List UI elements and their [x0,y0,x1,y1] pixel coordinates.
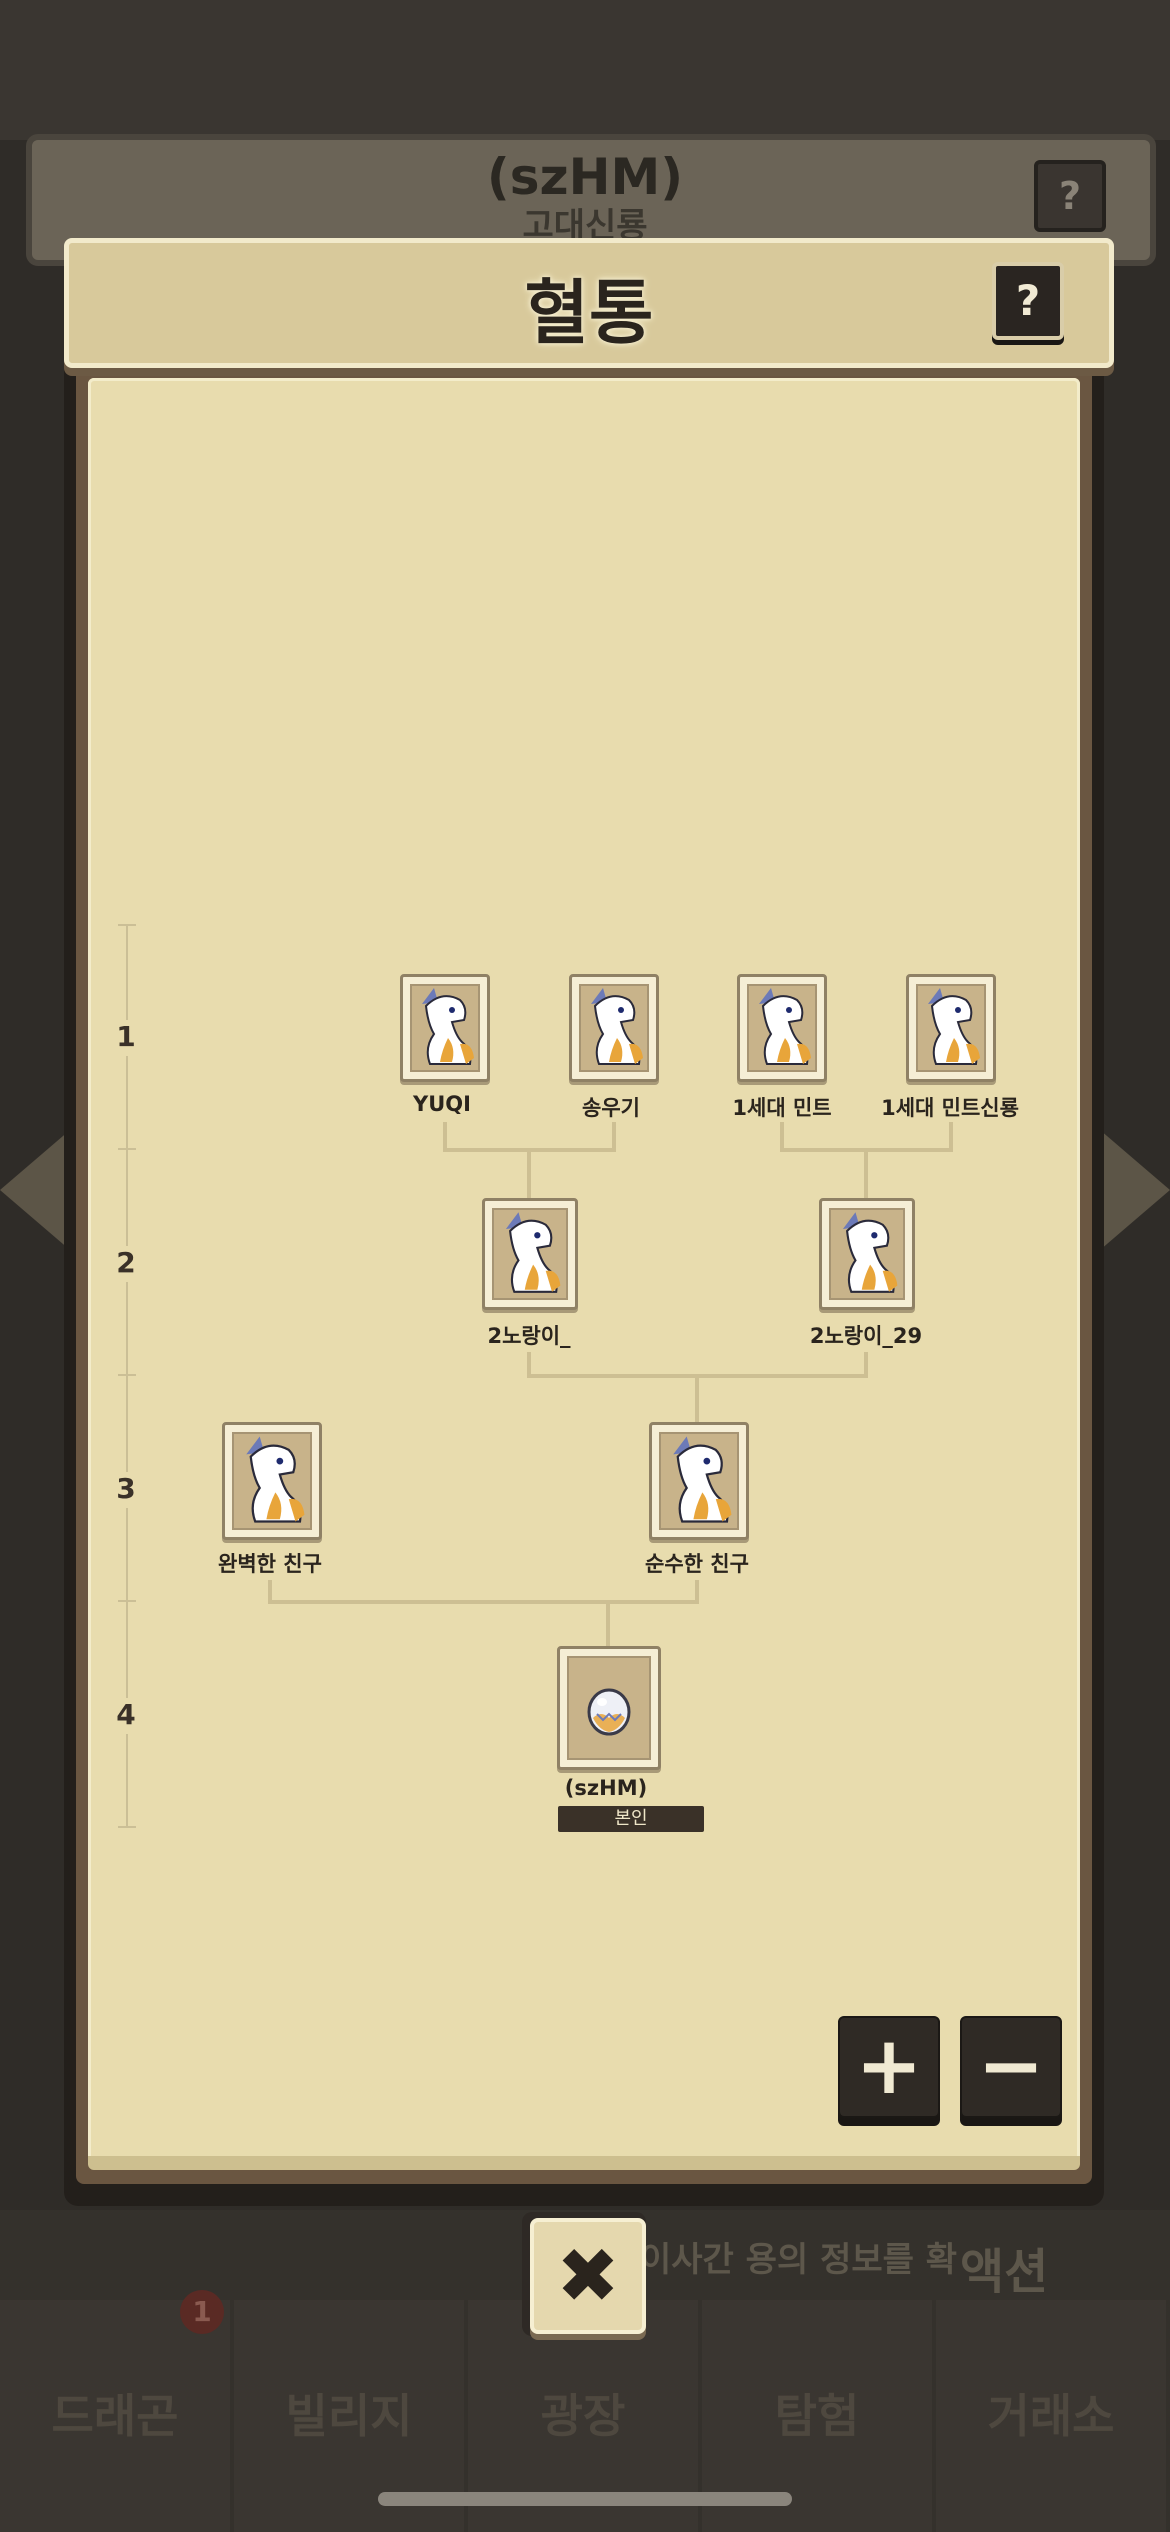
background-top [0,0,1170,140]
zoom-out-button[interactable]: − [960,2016,1062,2118]
home-indicator[interactable] [378,2492,792,2506]
white-dragon-icon [928,988,980,1065]
background-prev-arrow-icon [0,1130,70,1250]
tree-connector [527,1148,531,1198]
ancestor-name-yuqi: YUQI [413,1092,471,1116]
ancestor-name-yellow-2: 2노랑이_ [487,1324,571,1348]
close-icon: ✖ [556,2231,620,2320]
background-action-label: 액션 [960,2244,1049,2300]
nav-label-market: 거래소 [987,2389,1115,2443]
ancestor-card-mint-gen1[interactable] [737,974,827,1082]
zoom-in-button[interactable]: + [838,2016,940,2118]
parent-name-pure-friend: 순수한 친구 [645,1552,749,1576]
generation-ruler-segment [126,1056,128,1148]
ancestor-card-yellow-2[interactable] [482,1198,578,1310]
background-next-arrow-icon [1100,1130,1170,1250]
white-dragon-icon [591,988,643,1065]
ancestor-card-yuqi[interactable] [400,974,490,1082]
nav-notification-badge: 1 [180,2290,224,2334]
generation-ruler-segment [126,1150,128,1246]
generation-ruler-tick [118,1826,136,1828]
modal-header: 혈통 [64,238,1114,368]
white-dragon-icon [759,988,811,1065]
background-banner-text: 이사간 용의 정보를 확 [640,2240,958,2280]
generation-ruler-segment [126,1508,128,1600]
generation-ruler-segment [126,1282,128,1374]
tree-connector [864,1352,868,1376]
white-dragon-icon [505,1212,561,1293]
ancestor-name-mint-dragon-gen1: 1세대 민트신룡 [881,1096,1019,1120]
ancestor-card-songwoogi[interactable] [569,974,659,1082]
ancestor-name-songwoogi: 송우기 [582,1096,640,1120]
parent-name-perfect-friend: 완벽한 친구 [218,1552,322,1576]
background-help-button: ? [1034,160,1106,232]
tree-connector [864,1148,868,1198]
ancestor-card-mint-dragon-gen1[interactable] [906,974,996,1082]
generation-ruler-tick [118,924,136,926]
parent-card-perfect-friend[interactable] [222,1422,322,1540]
generation-ruler-segment [126,1602,128,1698]
generation-label-3: 3 [116,1472,136,1505]
generation-label-2: 2 [116,1246,136,1279]
generation-label-4: 4 [116,1698,136,1731]
nav-label-explore: 탐험 [774,2389,860,2443]
tree-connector [606,1600,610,1648]
self-card[interactable] [557,1646,661,1770]
close-button[interactable]: ✖ [530,2218,646,2334]
nav-label-village: 빌리지 [285,2389,413,2443]
parent-card-pure-friend[interactable] [649,1422,749,1540]
tree-connector [527,1352,531,1376]
white-dragon-icon [673,1436,732,1523]
ancestor-name-mint-gen1: 1세대 민트 [732,1096,832,1120]
generation-ruler-segment [126,1376,128,1472]
help-button[interactable]: ? [992,262,1064,340]
egg-icon [587,1688,631,1736]
tree-connector [268,1600,699,1604]
white-dragon-icon [246,1436,305,1523]
white-dragon-icon [422,988,474,1065]
generation-ruler-segment [126,924,128,1020]
ancestor-card-yellow-29[interactable] [819,1198,915,1310]
tree-connector [695,1374,699,1424]
minus-icon: − [977,2019,1045,2112]
generation-ruler-tick [118,1600,136,1602]
self-badge: 본인 [558,1806,704,1832]
nav-label-dragon: 드래곤 [51,2389,179,2443]
modal-title: 혈통 [524,272,654,354]
generation-label-1: 1 [116,1020,136,1053]
lineage-tree-canvas[interactable] [88,378,1080,2166]
generation-ruler-tick [118,1374,136,1376]
plus-icon: + [855,2019,923,2112]
generation-ruler-tick [118,1148,136,1150]
generation-ruler-segment [126,1734,128,1828]
paper-bottom-edge [88,2156,1080,2170]
white-dragon-icon [842,1212,898,1293]
nav-label-plaza: 광장 [540,2389,626,2443]
ancestor-name-yellow-29: 2노랑이_29 [809,1324,923,1348]
self-name: (szHM) [564,1776,648,1800]
